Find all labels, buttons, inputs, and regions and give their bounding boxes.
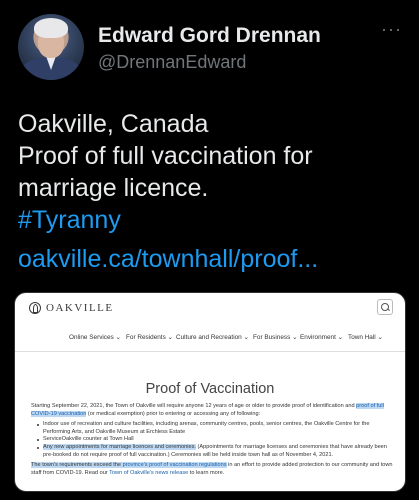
site-logo[interactable]: OAKVILLE [46, 302, 114, 314]
nav-divider [15, 351, 405, 352]
oak-leaf-icon [29, 302, 41, 314]
list-item: Any new appointments for marriage licenc… [37, 443, 393, 459]
tweet-url-link[interactable]: oakville.ca/townhall/proof... [18, 245, 318, 274]
author-name[interactable]: Edward Gord Drennan [98, 24, 321, 48]
intro-paragraph: Starting September 22, 2021, the Town of… [31, 403, 393, 418]
page-body: Starting September 22, 2021, the Town of… [31, 403, 393, 480]
marriage-licence-highlight: Any new appointments for marriage licenc… [43, 443, 196, 450]
avatar[interactable] [18, 14, 84, 80]
page-title: Proof of Vaccination [145, 381, 275, 397]
search-icon[interactable] [377, 299, 393, 315]
nav-for-business[interactable]: For Business ⌄ [253, 333, 297, 341]
news-release-link[interactable]: Town of Oakville's news release [109, 470, 188, 476]
intro-text-end: (or medical exemption) prior to entering… [86, 410, 261, 417]
province-regulations-link[interactable]: province's proof of vaccination regulati… [122, 462, 227, 469]
footer-paragraph: The town's requirements exceed the provi… [31, 462, 393, 477]
site-header: OAKVILLE [15, 293, 405, 319]
tweet-line-3: marriage licence. [18, 174, 209, 202]
author-handle[interactable]: @DrennanEdward [98, 52, 246, 73]
list-item: ServiceOakville counter at Town Hall [37, 436, 393, 444]
tweet-header: Edward Gord Drennan @DrennanEdward ··· [18, 14, 401, 80]
nav-online-services[interactable]: Online Services ⌄ [69, 333, 121, 341]
requirements-list: Indoor use of recreation and culture fac… [37, 421, 393, 459]
tweet-line-1: Oakville, Canada [18, 110, 209, 138]
nav-culture-recreation[interactable]: Culture and Recreation ⌄ [176, 333, 249, 341]
intro-text: Starting September 22, 2021, the Town of… [31, 403, 357, 409]
footer-text-end: to learn more. [188, 469, 225, 476]
tweet-line-2: Proof of full vaccination for [18, 142, 313, 170]
more-options-icon[interactable]: ··· [381, 20, 401, 42]
screenshot-card[interactable]: OAKVILLE Online Services ⌄ For Residents… [14, 292, 406, 492]
nav-environment[interactable]: Environment ⌄ [300, 333, 343, 341]
hashtag-link[interactable]: #Tyranny [18, 204, 403, 236]
nav-for-residents[interactable]: For Residents ⌄ [126, 333, 173, 341]
list-item: Indoor use of recreation and culture fac… [37, 421, 393, 436]
tweet-text: Oakville, Canada Proof of full vaccinati… [18, 108, 403, 236]
nav-town-hall[interactable]: Town Hall ⌄ [348, 333, 383, 341]
site-nav: Online Services ⌄ For Residents ⌄ Cultur… [15, 333, 405, 347]
footer-text: The town's requirements exceed the [31, 462, 123, 469]
